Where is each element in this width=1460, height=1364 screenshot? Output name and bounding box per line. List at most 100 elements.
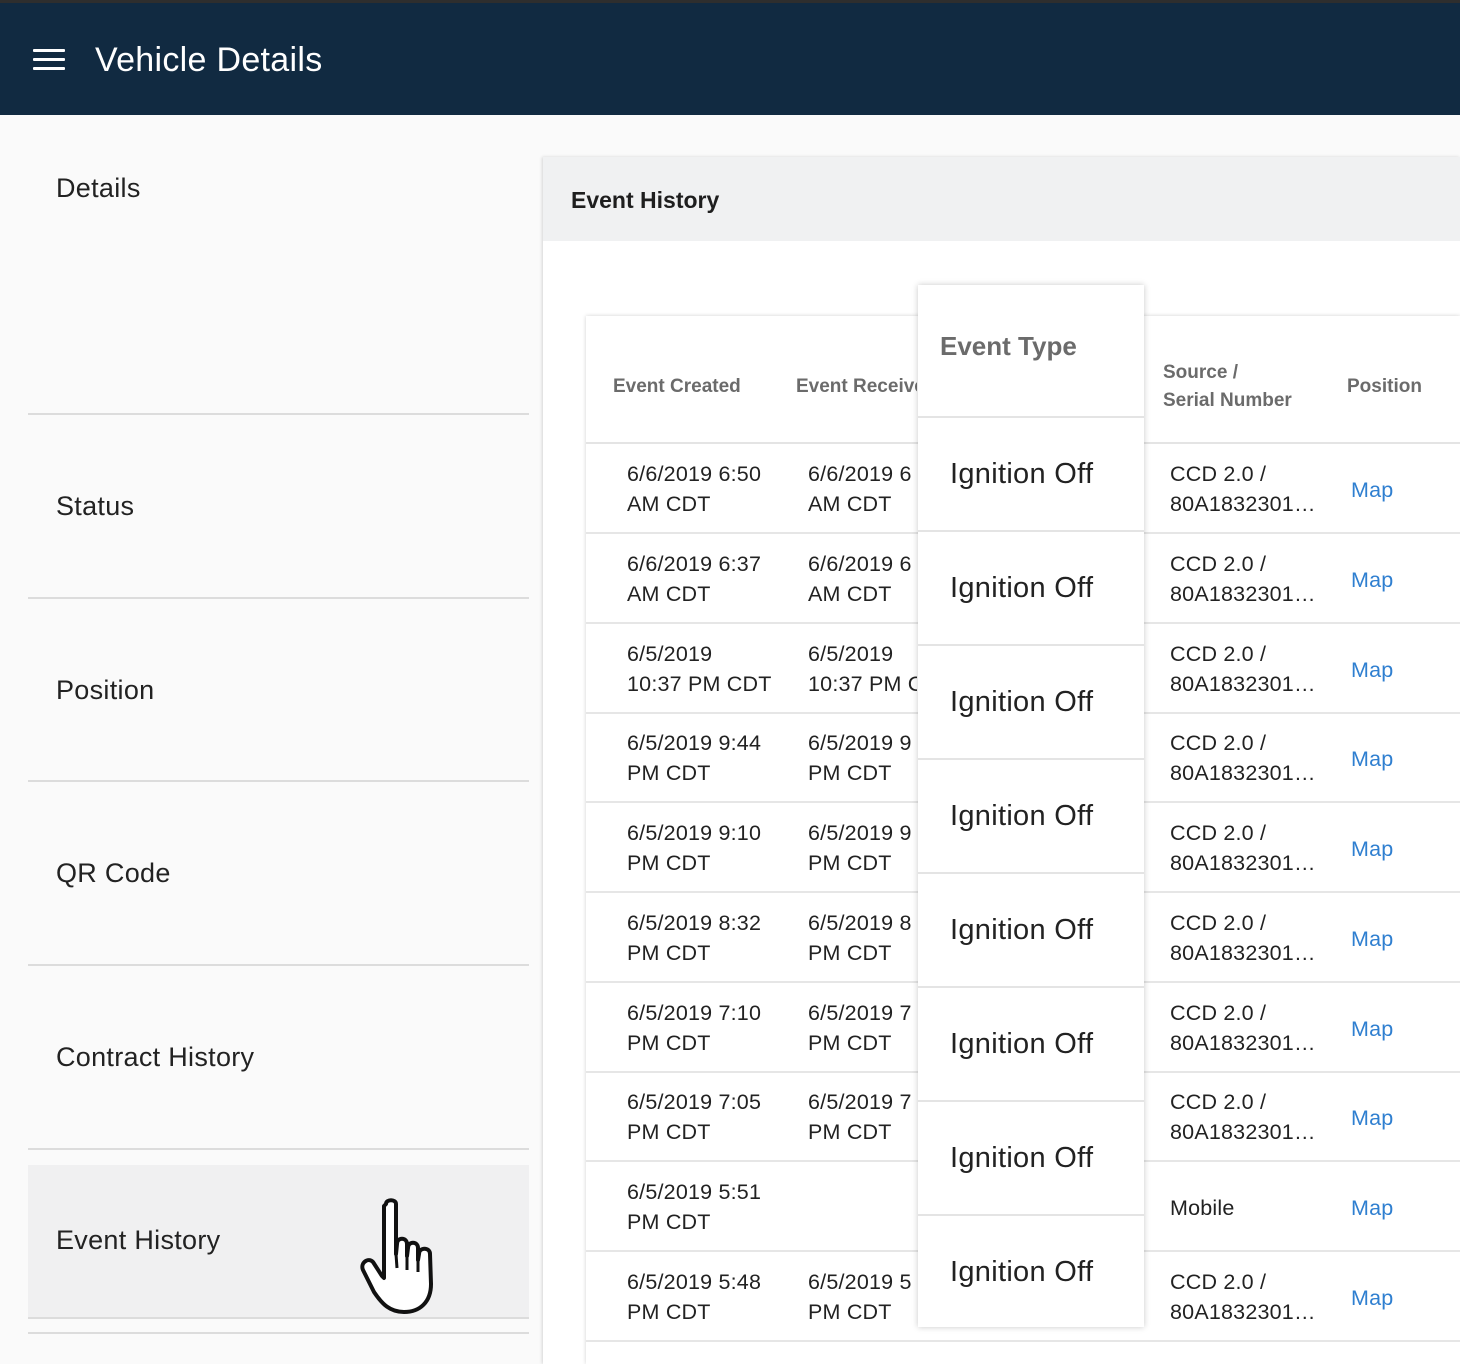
map-link[interactable]: Map xyxy=(1351,655,1393,685)
column-header-position[interactable]: Position xyxy=(1347,373,1422,401)
hamburger-menu-icon[interactable] xyxy=(33,49,65,71)
event-type-cell: Ignition Off xyxy=(918,646,1144,760)
event-type-column-dragging[interactable]: Event Type Ignition Off Ignition Off Ign… xyxy=(918,285,1144,1327)
event-type-cell: Ignition Off xyxy=(918,760,1144,874)
sidebar-item-event-history[interactable]: Event History xyxy=(28,1165,529,1319)
serial-number-cell: 80A1832301… xyxy=(1170,1120,1316,1144)
sidebar-item-details[interactable]: Details xyxy=(28,115,529,415)
sidebar-item-label: Event History xyxy=(56,1225,221,1255)
source-cell: CCD 2.0 / xyxy=(1170,552,1267,576)
event-created-cell: 6/5/2019 xyxy=(627,642,713,666)
event-received-cell: PM CDT xyxy=(808,941,892,965)
event-received-cell: 6/6/2019 6 xyxy=(808,462,912,486)
serial-number-cell: 80A1832301… xyxy=(1170,672,1316,696)
source-cell: CCD 2.0 / xyxy=(1170,642,1267,666)
source-cell: CCD 2.0 / xyxy=(1170,1001,1267,1025)
column-header-event-received[interactable]: Event Received xyxy=(796,373,917,401)
event-received-cell: 6/5/2019 5 xyxy=(808,1270,912,1294)
event-received-cell: 6/5/2019 7 xyxy=(808,1001,912,1025)
source-cell: CCD 2.0 / xyxy=(1170,1090,1267,1114)
event-received-cell: PM CDT xyxy=(808,1120,892,1144)
event-type-text: Ignition Off xyxy=(950,686,1094,718)
column-header-event-type[interactable]: Event Type xyxy=(918,285,1144,418)
page-title: Vehicle Details xyxy=(95,41,323,79)
map-link[interactable]: Map xyxy=(1351,744,1393,774)
event-type-text: Ignition Off xyxy=(950,800,1094,832)
column-header-event-created[interactable]: Event Created xyxy=(613,373,741,401)
event-received-cell: 6/5/2019 8 xyxy=(808,911,912,935)
event-created-cell: PM CDT xyxy=(627,1300,711,1324)
serial-number-cell: 80A1832301… xyxy=(1170,582,1316,606)
source-cell: CCD 2.0 / xyxy=(1170,462,1267,486)
event-received-cell: PM CDT xyxy=(808,761,892,785)
sidebar-divider xyxy=(28,1319,529,1334)
event-created-cell: 6/5/2019 7:10 xyxy=(627,1001,762,1025)
column-header-source-line1[interactable]: Source / xyxy=(1163,359,1238,387)
source-cell: CCD 2.0 / xyxy=(1170,911,1267,935)
map-link[interactable]: Map xyxy=(1351,475,1393,505)
event-received-cell: 6/5/2019 7 xyxy=(808,1090,912,1114)
event-type-cell: Ignition Off xyxy=(918,418,1144,532)
panel-title: Event History xyxy=(571,187,720,213)
sidebar-item-label: Contract History xyxy=(56,1042,255,1072)
panel-header: Event History xyxy=(543,157,1460,241)
event-type-text: Ignition Off xyxy=(950,458,1094,490)
map-link[interactable]: Map xyxy=(1351,1193,1393,1223)
event-received-cell: 6/5/2019 9 xyxy=(808,731,912,755)
event-received-cell: 6/6/2019 6 xyxy=(808,552,912,576)
event-created-cell: PM CDT xyxy=(627,1120,711,1144)
serial-number-cell: 80A1832301… xyxy=(1170,492,1316,516)
sidebar-item-contract-history[interactable]: Contract History xyxy=(28,966,529,1150)
event-created-cell: 10:37 PM CDT xyxy=(627,672,772,696)
event-created-cell: AM CDT xyxy=(627,582,711,606)
event-received-cell: PM CDT xyxy=(808,1300,892,1324)
column-header-label: Event Type xyxy=(940,331,1077,361)
event-type-cell: Ignition Off xyxy=(918,1102,1144,1216)
event-created-cell: PM CDT xyxy=(627,1031,711,1055)
event-created-cell: PM CDT xyxy=(627,941,711,965)
event-created-cell: 6/5/2019 5:48 xyxy=(627,1270,762,1294)
map-link[interactable]: Map xyxy=(1351,834,1393,864)
event-received-cell: 6/5/2019 xyxy=(808,642,894,666)
event-type-cell: Ignition Off xyxy=(918,988,1144,1102)
sidebar-item-qr-code[interactable]: QR Code xyxy=(28,782,529,966)
event-created-cell: 6/6/2019 6:50 xyxy=(627,462,762,486)
sidebar-item-position[interactable]: Position xyxy=(28,599,529,782)
event-created-cell: 6/5/2019 9:44 xyxy=(627,731,762,755)
event-received-cell: 10:37 PM C xyxy=(808,672,917,696)
pointer-hand-icon xyxy=(360,1198,433,1314)
serial-number-cell: 80A1832301… xyxy=(1170,1300,1316,1324)
sidebar-item-label: Position xyxy=(56,675,155,705)
event-created-cell: 6/6/2019 6:37 xyxy=(627,552,762,576)
map-link[interactable]: Map xyxy=(1351,924,1393,954)
sidebar-item-status[interactable]: Status xyxy=(28,415,529,599)
event-created-cell: 6/5/2019 9:10 xyxy=(627,821,762,845)
event-type-text: Ignition Off xyxy=(950,572,1094,604)
column-header-source-line2[interactable]: Serial Number xyxy=(1163,387,1292,415)
serial-number-cell: 80A1832301… xyxy=(1170,941,1316,965)
event-type-cell: Ignition Off xyxy=(918,1216,1144,1327)
sidebar-item-label: Status xyxy=(56,491,135,521)
source-cell: CCD 2.0 / xyxy=(1170,1270,1267,1294)
event-type-text: Ignition Off xyxy=(950,914,1094,946)
event-type-text: Ignition Off xyxy=(950,1256,1094,1288)
source-cell: CCD 2.0 / xyxy=(1170,731,1267,755)
sidebar-item-label: QR Code xyxy=(56,858,171,888)
event-type-text: Ignition Off xyxy=(950,1142,1094,1174)
source-cell: Mobile xyxy=(1170,1196,1235,1220)
event-type-cell: Ignition Off xyxy=(918,874,1144,988)
event-created-cell: 6/5/2019 5:51 xyxy=(627,1180,762,1204)
map-link[interactable]: Map xyxy=(1351,1103,1393,1133)
serial-number-cell: 80A1832301… xyxy=(1170,761,1316,785)
event-received-cell: 6/5/2019 9 xyxy=(808,821,912,845)
app-bar: Vehicle Details xyxy=(0,0,1460,115)
event-type-text: Ignition Off xyxy=(950,1028,1094,1060)
event-received-cell: AM CDT xyxy=(808,492,892,516)
map-link[interactable]: Map xyxy=(1351,1283,1393,1313)
map-link[interactable]: Map xyxy=(1351,565,1393,595)
map-link[interactable]: Map xyxy=(1351,1014,1393,1044)
event-received-cell: PM CDT xyxy=(808,1031,892,1055)
sidebar: Details Status Position QR Code Contract… xyxy=(0,115,540,1364)
event-created-cell: 6/5/2019 7:05 xyxy=(627,1090,762,1114)
event-type-cell: Ignition Off xyxy=(918,532,1144,646)
